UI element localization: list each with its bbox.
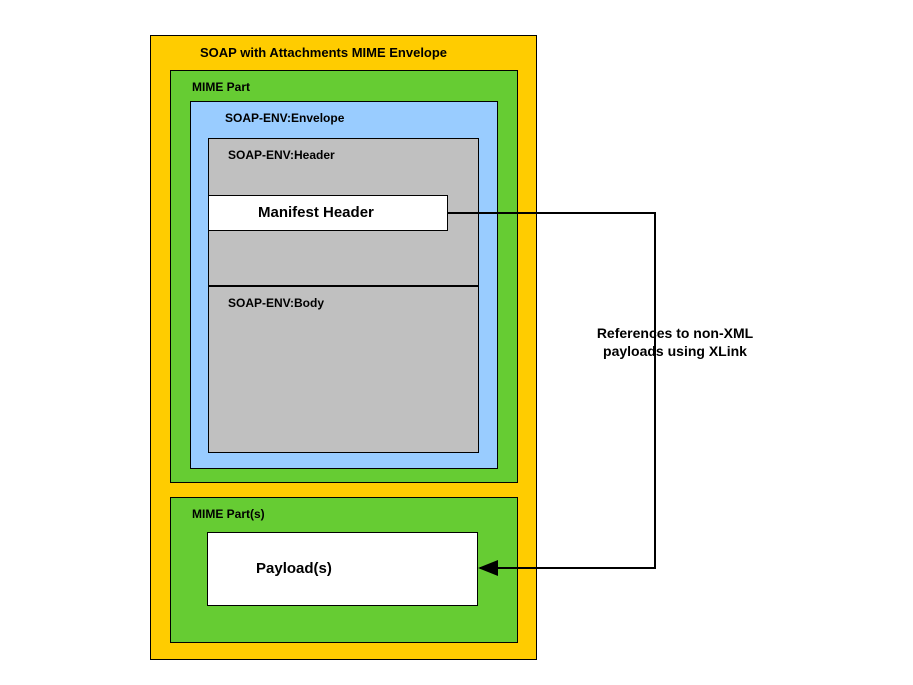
soap-body-title: SOAP-ENV:Body [228,296,324,310]
payload-box [207,532,478,606]
soap-envelope-title: SOAP-ENV:Envelope [225,111,344,125]
payload-label: Payload(s) [256,560,332,577]
diagram-canvas: SOAP with Attachments MIME Envelope MIME… [0,0,913,685]
mime-parts-title: MIME Part(s) [192,507,265,521]
mime-part-title: MIME Part [192,80,250,94]
xlink-annotation-line1: References to non-XML [597,325,753,341]
soap-body-box [208,286,479,453]
soap-header-title: SOAP-ENV:Header [228,148,335,162]
manifest-header-label: Manifest Header [258,204,374,221]
xlink-annotation: References to non-XML payloads using XLi… [570,325,780,360]
soap-mime-envelope-title: SOAP with Attachments MIME Envelope [200,45,447,60]
xlink-annotation-line2: payloads using XLink [603,343,747,359]
